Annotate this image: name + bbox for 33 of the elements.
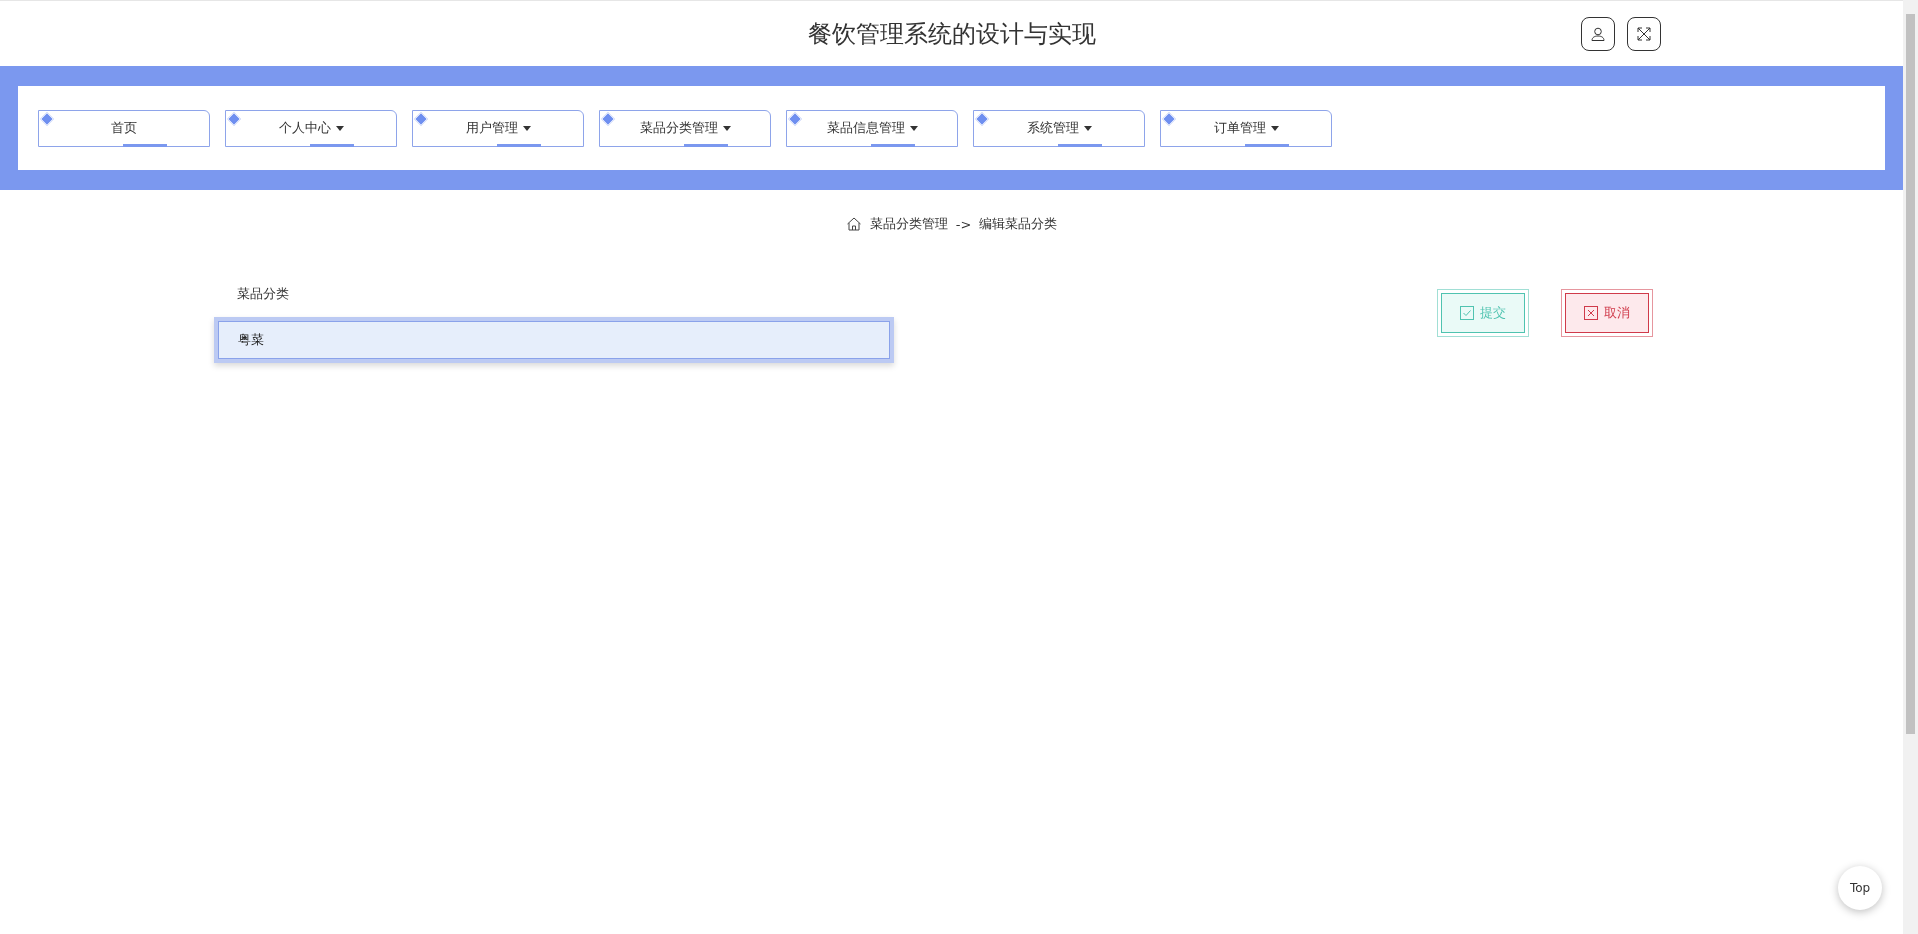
breadcrumb-link[interactable]: 菜品分类管理 xyxy=(869,215,948,233)
breadcrumb-separator: -> xyxy=(955,216,972,232)
caret-icon xyxy=(1270,125,1279,131)
user-icon[interactable] xyxy=(1581,17,1615,51)
home-icon xyxy=(845,216,862,232)
underline-bar xyxy=(871,143,915,147)
nav-item[interactable]: 菜品分类管理 xyxy=(599,109,771,147)
page-title: 餐饮管理系统的设计与实现 xyxy=(807,18,1096,50)
underline-bar xyxy=(310,143,354,147)
caret-icon xyxy=(522,125,531,131)
nav-item[interactable]: 菜品信息管理 xyxy=(786,109,958,147)
nav-item[interactable]: 用户管理 xyxy=(412,109,584,147)
nav-item[interactable]: 订单管理 xyxy=(1160,109,1332,147)
underline-bar xyxy=(1245,143,1289,147)
field-label: 菜品分类 xyxy=(236,285,290,303)
nav-item[interactable]: 个人中心 xyxy=(225,109,397,147)
underline-bar xyxy=(497,143,541,147)
breadcrumb-current: 编辑菜品分类 xyxy=(979,215,1058,233)
back-to-top-button[interactable]: Top xyxy=(1838,866,1882,910)
category-input[interactable]: 粤菜 xyxy=(214,317,894,363)
checkbox-icon xyxy=(1460,306,1474,320)
caret-icon xyxy=(335,125,344,131)
underline-bar xyxy=(684,143,728,147)
fullscreen-icon[interactable] xyxy=(1627,17,1661,51)
nav-item[interactable]: 系统管理 xyxy=(973,109,1145,147)
caret-icon xyxy=(722,125,731,131)
close-icon xyxy=(1584,306,1598,320)
caret-icon xyxy=(1083,125,1092,131)
caret-icon xyxy=(909,125,918,131)
underline-bar xyxy=(1058,143,1102,147)
scrollbar-thumb[interactable] xyxy=(1906,14,1915,734)
nav-item[interactable]: 首页 xyxy=(38,109,210,147)
underline-bar xyxy=(123,143,167,147)
